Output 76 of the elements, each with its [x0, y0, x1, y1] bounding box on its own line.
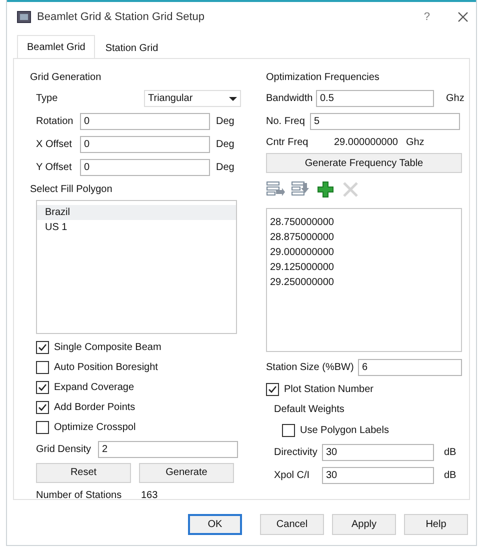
help-button[interactable]: ? — [424, 11, 430, 23]
unit-label: Deg — [216, 139, 234, 150]
app-icon — [17, 11, 31, 23]
section-heading: Grid Generation — [30, 70, 102, 84]
tab[interactable]: Beamlet Grid — [17, 35, 96, 58]
list-item[interactable]: 29.000000000 — [267, 245, 461, 260]
section-heading: Optimization Frequencies — [266, 70, 380, 84]
checkbox[interactable] — [36, 380, 49, 394]
field-label: Cntr Freq — [266, 136, 310, 148]
checkbox[interactable] — [36, 420, 49, 434]
field-label: Y Offset — [36, 162, 73, 173]
field-label: Bandwidth — [266, 93, 312, 104]
unit-label: Deg — [216, 116, 234, 127]
tab[interactable]: Station Grid — [95, 37, 168, 58]
field-label: X Offset — [36, 139, 73, 150]
input-field[interactable]: 30 — [322, 467, 434, 484]
action-button[interactable]: Generate — [139, 462, 234, 482]
field-label: Type — [36, 93, 59, 104]
list-arrow-icon[interactable] — [291, 180, 310, 198]
unit-label: dB — [444, 470, 456, 481]
input-field[interactable]: 0 — [80, 136, 210, 153]
checkbox[interactable] — [36, 340, 49, 354]
center-frequency: 29.000000000 — [334, 136, 398, 148]
input-field[interactable]: 2 — [98, 441, 238, 458]
station-count: 163 — [141, 490, 158, 501]
unit-label: dB — [444, 447, 456, 458]
input-field[interactable]: 6 — [358, 359, 462, 376]
input-field[interactable]: 30 — [322, 444, 434, 461]
field-label: No. Freq — [266, 116, 306, 127]
field-label: Rotation — [36, 116, 74, 127]
frequency-list[interactable]: 28.750000000 28.875000000 29.000000000 29.125000000 29.250000000 — [266, 208, 462, 352]
checkbox[interactable] — [36, 400, 49, 414]
dialog-button[interactable]: Cancel — [260, 514, 324, 535]
checkbox-label: Auto Position Boresight — [54, 362, 158, 372]
unit-label: Ghz — [406, 136, 424, 148]
list-item[interactable]: Brazil — [37, 205, 236, 220]
checkbox-label: Add Border Points — [54, 402, 136, 412]
list-item[interactable]: US 1 — [37, 220, 236, 235]
unit-label: Ghz — [446, 93, 464, 104]
section-heading: Default Weights — [274, 402, 346, 416]
input-field[interactable]: 0.5 — [316, 90, 434, 107]
dialog-button[interactable]: Help — [404, 514, 468, 535]
dialog-button[interactable]: Apply — [332, 514, 396, 535]
field-label: Grid Density — [36, 444, 92, 455]
polygon-list[interactable]: Brazil US 1 — [36, 200, 237, 334]
checkbox[interactable] — [266, 382, 279, 396]
checkbox[interactable] — [282, 424, 295, 436]
plus-icon[interactable] — [316, 180, 335, 198]
input-field[interactable]: 0 — [80, 113, 210, 130]
list-item[interactable]: 29.250000000 — [267, 275, 461, 290]
action-button[interactable]: Reset — [36, 462, 131, 482]
list-item[interactable]: 29.125000000 — [267, 260, 461, 275]
caret-icon — [229, 96, 237, 100]
list-arrow-icon[interactable] — [266, 180, 285, 198]
generate-table-button[interactable]: Generate Frequency Table — [266, 153, 462, 173]
list-item[interactable]: 28.875000000 — [267, 230, 461, 245]
field-label: Station Size (%BW) — [266, 362, 354, 373]
checkbox-label: Use Polygon Labels — [300, 424, 389, 436]
checkbox-label: Optimize Crosspol — [54, 422, 136, 432]
checkbox-label: Single Composite Beam — [54, 342, 162, 352]
close-icon[interactable] — [458, 12, 468, 22]
input-field[interactable]: 5 — [310, 113, 460, 130]
type-dropdown[interactable]: Triangular — [144, 90, 241, 107]
input-field[interactable]: 0 — [80, 159, 210, 176]
field-label: Select Fill Polygon — [30, 182, 114, 196]
checkbox[interactable] — [36, 360, 49, 374]
checkbox-label: Plot Station Number — [284, 384, 374, 394]
list-item[interactable]: 28.750000000 — [267, 215, 461, 230]
dropdown-value: Triangular — [148, 93, 193, 104]
field-label: Directivity — [274, 447, 318, 458]
dialog-button[interactable]: OK — [188, 514, 242, 535]
field-label: Number of Stations — [36, 490, 123, 501]
checkbox-label: Expand Coverage — [54, 382, 134, 392]
field-label: Xpol C/I — [274, 470, 311, 481]
window-title: Beamlet Grid & Station Grid Setup — [37, 11, 206, 23]
unit-label: Deg — [216, 162, 234, 173]
